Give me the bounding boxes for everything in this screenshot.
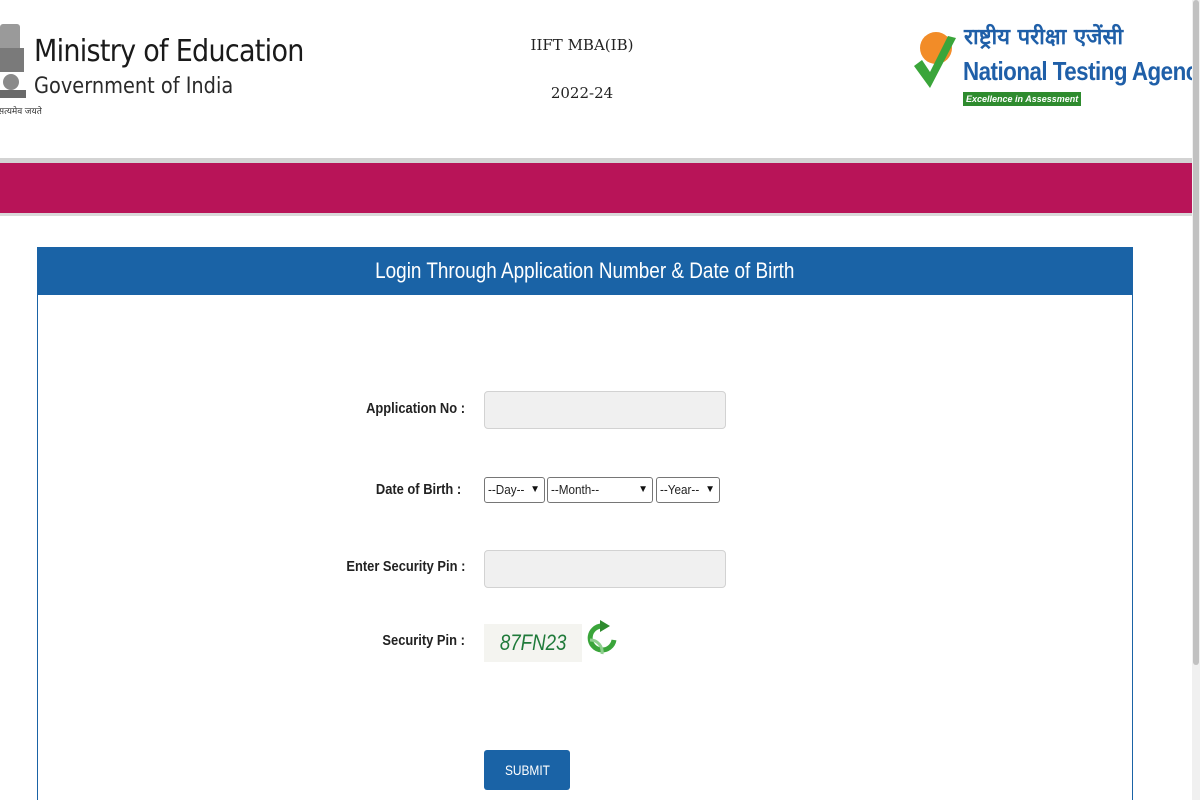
site-header: Ministry of Education Government of Indi… [0,0,1200,158]
application-no-label-text: Application No : [366,400,465,417]
login-heading-text: Login Through Application Number & Date … [375,258,795,283]
chevron-down-icon: ▼ [530,484,540,495]
exam-session: 2022-24 [550,84,614,102]
dob-year-select[interactable]: --Year-- ▼ [656,477,720,503]
color-band [0,163,1192,213]
refresh-icon[interactable] [586,618,618,662]
dob-label: Date of Birth : [161,481,461,498]
dob-year-value: --Year-- [660,482,700,497]
security-pin-input[interactable] [484,550,726,588]
ministry-title: Ministry of Education [34,34,304,69]
security-pin-label: Security Pin : [165,632,465,649]
enter-security-pin-label-text: Enter Security Pin : [345,558,465,575]
agency-tagline: Excellence in Assessment [963,92,1082,106]
chevron-down-icon: ▼ [705,484,715,495]
application-no-input[interactable] [484,391,726,429]
band-divider [0,213,1192,216]
dob-day-select[interactable]: --Day-- ▼ [484,477,545,503]
security-pin-label-text: Security Pin : [382,632,465,649]
scrollbar-thumb[interactable] [1193,0,1199,665]
submit-label: SUBMIT [504,762,550,778]
application-no-label: Application No : [165,400,465,417]
chevron-down-icon: ▼ [638,484,648,495]
login-panel [37,247,1133,800]
agency-name-hindi: राष्ट्रीय परीक्षा एजेंसी [964,25,1124,50]
dob-label-text: Date of Birth : [375,481,461,498]
national-emblem-icon [0,24,26,98]
captcha-text: 87FN23 [499,630,567,655]
login-panel-heading: Login Through Application Number & Date … [37,247,1133,295]
exam-name: IIFT MBA(IB) [530,36,634,54]
nta-checkmark-logo [914,32,956,88]
ministry-subtitle: Government of India [34,74,234,99]
page-scrollbar[interactable] [1192,0,1200,800]
captcha-image: 87FN23 [484,624,582,662]
submit-button[interactable]: SUBMIT [484,750,570,790]
dob-month-value: --Month-- [551,482,600,497]
emblem-motto: सत्यमेव जयते [0,106,42,116]
enter-security-pin-label: Enter Security Pin : [165,558,465,575]
dob-month-select[interactable]: --Month-- ▼ [547,477,653,503]
agency-name: National Testing Agency [963,56,1200,86]
dob-day-value: --Day-- [488,482,525,497]
